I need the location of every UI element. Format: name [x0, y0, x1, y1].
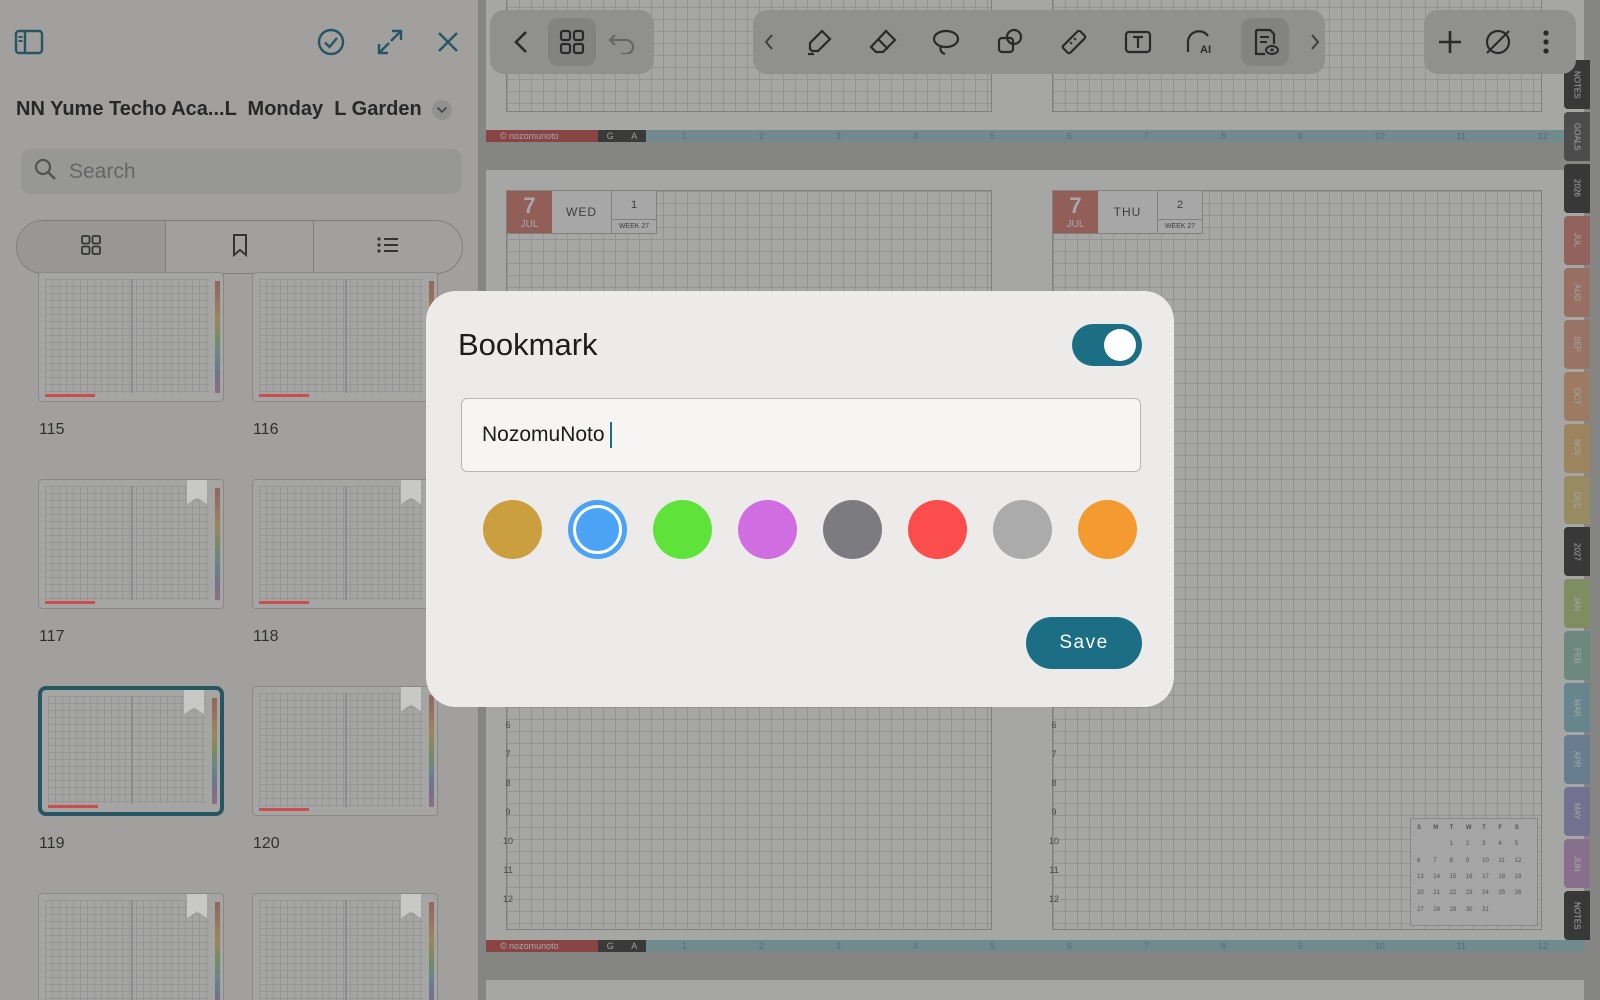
color-swatch-purple[interactable] [738, 500, 797, 559]
bookmark-toggle[interactable] [1072, 324, 1142, 366]
color-swatch-blue[interactable] [568, 500, 627, 559]
color-swatch-gold[interactable] [483, 500, 542, 559]
color-swatch-green[interactable] [653, 500, 712, 559]
color-swatch-orange[interactable] [1078, 500, 1137, 559]
bookmark-dialog: Bookmark NozomuNoto Save [426, 291, 1174, 707]
color-swatches [483, 500, 1137, 559]
color-swatch-red[interactable] [908, 500, 967, 559]
text-caret [609, 422, 613, 448]
color-swatch-light-gray[interactable] [993, 500, 1052, 559]
toggle-knob [1104, 329, 1136, 361]
dialog-title: Bookmark [458, 327, 598, 362]
bookmark-name-field[interactable]: NozomuNoto [461, 398, 1141, 472]
color-swatch-dark-gray[interactable] [823, 500, 882, 559]
bookmark-name-value: NozomuNoto [482, 423, 605, 446]
save-button[interactable]: Save [1026, 617, 1142, 669]
